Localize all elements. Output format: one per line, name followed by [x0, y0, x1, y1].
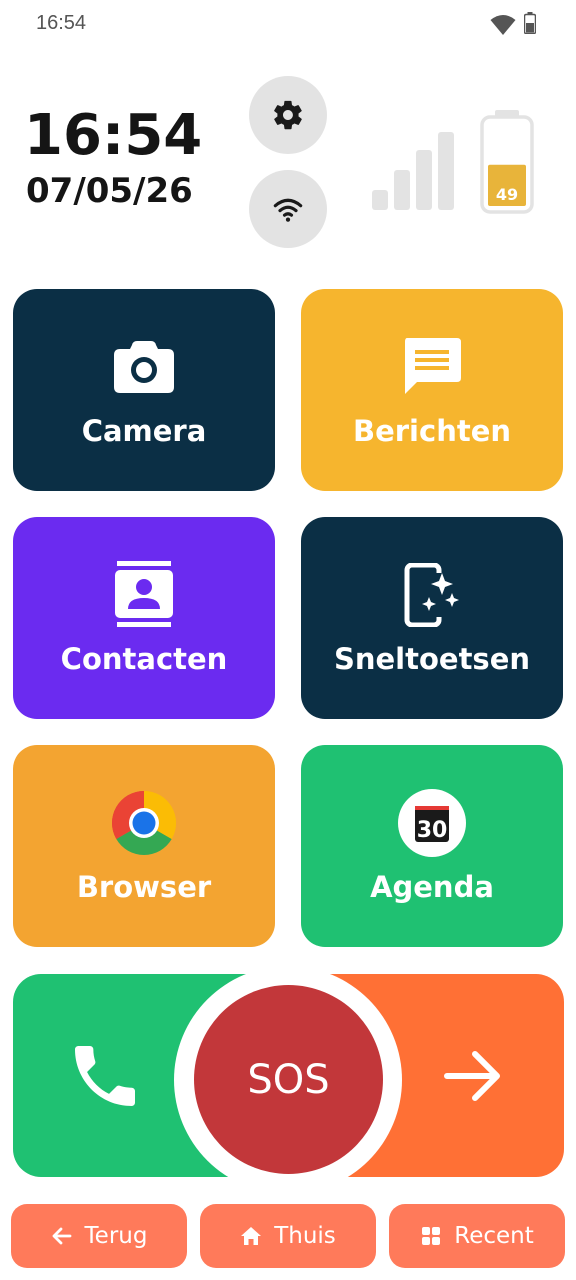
tile-label: Camera [81, 414, 207, 448]
tile-berichten[interactable]: Berichten [301, 289, 563, 491]
tile-label: Agenda [370, 870, 494, 904]
tile-agenda[interactable]: 30 Agenda [301, 745, 563, 947]
signal-bars-icon [372, 132, 454, 210]
tile-label: Contacten [60, 642, 228, 676]
home-screen: 16:54 16:54 07/05/26 49 Camera Berichten… [0, 0, 576, 1280]
battery-icon: 49 [480, 110, 534, 214]
calendar-day: 30 [417, 818, 448, 843]
recent-button[interactable]: Recent [389, 1204, 565, 1268]
message-icon [405, 338, 461, 394]
sos-label: SOS [247, 1056, 330, 1103]
back-button[interactable]: Terug [11, 1204, 187, 1268]
clock: 16:54 [24, 103, 203, 168]
back-label: Terug [84, 1223, 148, 1249]
arrow-right-icon[interactable] [433, 1036, 513, 1116]
shortcuts-icon [404, 563, 459, 627]
tile-label: Browser [76, 870, 212, 904]
wifi-icon [490, 15, 516, 35]
battery-indicator: 49 [480, 110, 534, 214]
calendar-icon: 30 [398, 789, 466, 857]
recent-label: Recent [454, 1223, 534, 1249]
date: 07/05/26 [26, 171, 193, 211]
camera-icon [114, 341, 174, 393]
tile-browser[interactable]: Browser [13, 745, 275, 947]
wifi-icon [273, 198, 303, 222]
battery-level: 49 [496, 185, 518, 204]
battery-icon [524, 12, 536, 34]
home-icon [241, 1227, 262, 1245]
wifi-button[interactable] [249, 170, 327, 248]
recent-apps-icon [422, 1227, 441, 1245]
status-bar: 16:54 [0, 0, 576, 50]
tile-contacten[interactable]: Contacten [13, 517, 275, 719]
tile-camera[interactable]: Camera [13, 289, 275, 491]
home-button[interactable]: Thuis [200, 1204, 376, 1268]
gear-icon [274, 100, 302, 130]
tile-label: Berichten [352, 414, 512, 448]
home-label: Thuis [274, 1223, 336, 1249]
tile-sneltoetsen[interactable]: Sneltoetsen [301, 517, 563, 719]
contacts-icon [115, 561, 173, 627]
chrome-icon [112, 791, 176, 855]
phone-icon[interactable] [65, 1036, 145, 1116]
arrow-left-icon [52, 1227, 71, 1245]
settings-button[interactable] [249, 76, 327, 154]
sos-button[interactable]: SOS [194, 985, 383, 1174]
status-time: 16:54 [36, 12, 87, 34]
tile-label: Sneltoetsen [333, 642, 531, 676]
